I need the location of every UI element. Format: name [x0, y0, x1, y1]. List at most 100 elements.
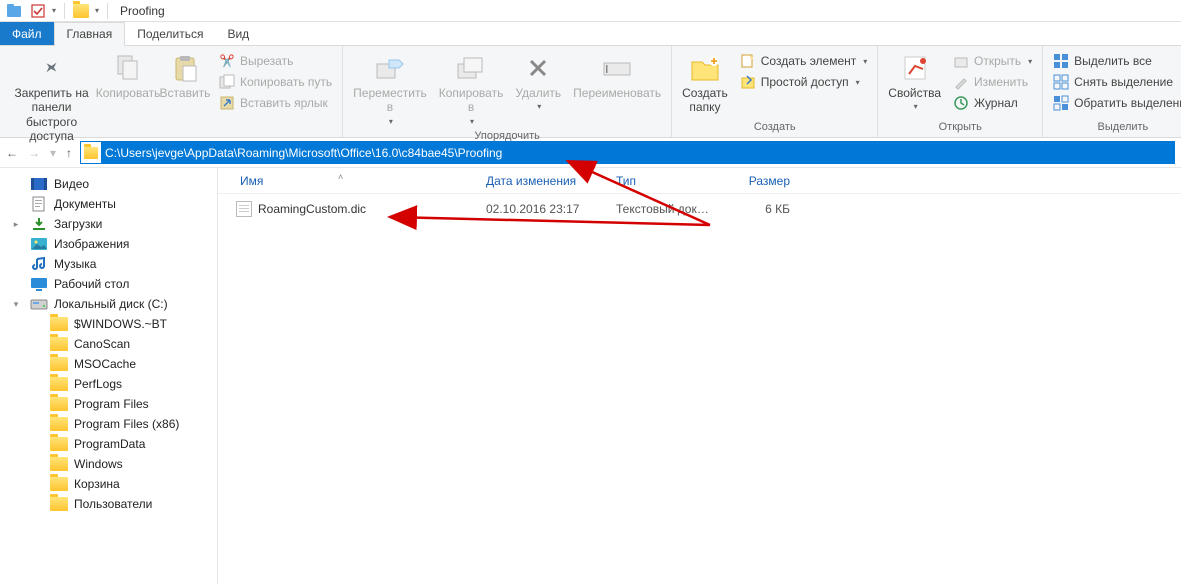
- tree-item[interactable]: Windows: [0, 454, 217, 474]
- invert-selection-button[interactable]: Обратить выделение: [1049, 94, 1181, 112]
- forward-button[interactable]: →: [28, 146, 40, 160]
- tree-item[interactable]: Пользователи: [0, 494, 217, 514]
- rename-button[interactable]: Переименовать: [569, 50, 665, 102]
- invert-selection-icon: [1053, 95, 1069, 111]
- tree-item[interactable]: Видео: [0, 174, 217, 194]
- edit-icon: [953, 74, 969, 90]
- tree-item-icon: [50, 456, 68, 472]
- tree-item-label: CanoScan: [74, 337, 130, 351]
- tree-item-icon: [50, 416, 68, 432]
- up-button[interactable]: ↑: [66, 146, 72, 160]
- paste-icon: [169, 52, 201, 84]
- tree-item[interactable]: Program Files: [0, 394, 217, 414]
- properties-button[interactable]: Свойства▾: [884, 50, 945, 114]
- open-button[interactable]: Открыть▾: [949, 52, 1036, 70]
- tree-item[interactable]: $WINDOWS.~BT: [0, 314, 217, 334]
- paste-shortcut-button[interactable]: Вставить ярлык: [215, 94, 336, 112]
- easy-access-button[interactable]: Простой доступ▾: [736, 73, 872, 91]
- shortcut-icon: [219, 95, 235, 111]
- file-icon: [236, 201, 252, 217]
- titlebar-dropdown-icon[interactable]: ▾: [95, 6, 99, 15]
- checkbox-icon: [31, 4, 45, 18]
- tree-item-icon: [30, 256, 48, 272]
- tree-item-label: Windows: [74, 457, 123, 471]
- tree-item-icon: [50, 436, 68, 452]
- copy-to-button[interactable]: Копировать в▾: [435, 50, 508, 128]
- qat-app-icon[interactable]: [4, 2, 24, 20]
- pin-quick-access-button[interactable]: Закрепить на панели быстрого доступа: [6, 50, 97, 146]
- tree-item-label: Видео: [54, 177, 89, 191]
- tree-item-icon: [30, 176, 48, 192]
- tab-home[interactable]: Главная: [54, 22, 126, 46]
- copy-to-icon: [455, 52, 487, 84]
- tree-item-label: Документы: [54, 197, 116, 211]
- column-name[interactable]: Имя˄: [218, 174, 478, 188]
- select-all-icon: [1053, 53, 1069, 69]
- file-date: 02.10.2016 23:17: [478, 202, 608, 216]
- file-row[interactable]: RoamingCustom.dic02.10.2016 23:17Текстов…: [218, 194, 1181, 216]
- open-icon: [953, 53, 969, 69]
- column-date[interactable]: Дата изменения: [478, 174, 608, 188]
- new-item-button[interactable]: Создать элемент▾: [736, 52, 872, 70]
- tree-caret-icon[interactable]: ▾: [8, 299, 24, 310]
- titlebar-separator: [64, 3, 65, 19]
- navigation-tree[interactable]: Видео Документы ▸ Загрузки ИзображенияМузыка…: [0, 168, 218, 584]
- back-button[interactable]: ←: [6, 146, 18, 160]
- tab-file[interactable]: Файл: [0, 22, 54, 45]
- delete-icon: [522, 52, 554, 84]
- tree-item[interactable]: ▾Локальный диск (C:): [0, 294, 217, 314]
- tab-share[interactable]: Поделиться: [125, 22, 215, 45]
- ribbon: Закрепить на панели быстрого доступа Коп…: [0, 46, 1181, 138]
- tree-item-icon: [30, 276, 48, 292]
- history-button[interactable]: Журнал: [949, 94, 1036, 112]
- tree-item-label: $WINDOWS.~BT: [74, 317, 167, 331]
- explorer-icon: [6, 3, 22, 19]
- copy-button[interactable]: Копировать: [101, 50, 155, 102]
- move-to-button[interactable]: Переместить в▾: [349, 50, 431, 128]
- tree-caret-icon[interactable]: ▸: [8, 219, 24, 230]
- paste-button[interactable]: Вставить: [159, 50, 211, 102]
- column-size[interactable]: Размер: [718, 174, 798, 188]
- select-none-button[interactable]: Снять выделение: [1049, 73, 1181, 91]
- titlebar-separator: [107, 3, 108, 19]
- tree-item[interactable]: Program Files (x86): [0, 414, 217, 434]
- tree-item[interactable]: ▸ Загрузки: [0, 214, 217, 234]
- tree-item[interactable]: Рабочий стол: [0, 274, 217, 294]
- ribbon-group-clipboard: Закрепить на панели быстрого доступа Коп…: [0, 46, 343, 137]
- scissors-icon: ✂️: [219, 53, 235, 69]
- tree-item[interactable]: Корзина: [0, 474, 217, 494]
- tab-view[interactable]: Вид: [215, 22, 261, 45]
- file-size: 6 КБ: [718, 202, 798, 216]
- tree-item-label: MSOCache: [74, 357, 136, 371]
- tree-item[interactable]: ProgramData: [0, 434, 217, 454]
- new-folder-button[interactable]: Создать папку: [678, 50, 732, 117]
- tree-item-label: Рабочий стол: [54, 277, 129, 291]
- tree-item[interactable]: MSOCache: [0, 354, 217, 374]
- ribbon-group-new: Создать папку Создать элемент▾ Простой д…: [672, 46, 878, 137]
- copy-path-button[interactable]: Копировать путь: [215, 73, 336, 91]
- tree-item[interactable]: Музыка: [0, 254, 217, 274]
- tree-item-icon: [50, 316, 68, 332]
- tree-item[interactable]: Изображения: [0, 234, 217, 254]
- column-type[interactable]: Тип: [608, 174, 718, 188]
- cut-button[interactable]: ✂️Вырезать: [215, 52, 336, 70]
- qat-dropdown-icon[interactable]: ▾: [52, 6, 56, 15]
- content-area: Видео Документы ▸ Загрузки ИзображенияМузыка…: [0, 168, 1181, 584]
- edit-button[interactable]: Изменить: [949, 73, 1036, 91]
- tree-item-label: Загрузки: [54, 217, 102, 231]
- properties-icon: [899, 52, 931, 84]
- tree-item-label: ProgramData: [74, 437, 145, 451]
- select-all-button[interactable]: Выделить все: [1049, 52, 1181, 70]
- tree-item[interactable]: CanoScan: [0, 334, 217, 354]
- delete-button[interactable]: Удалить▾: [511, 50, 565, 114]
- qat-properties-button[interactable]: [28, 2, 48, 20]
- tree-item[interactable]: Документы: [0, 194, 217, 214]
- ribbon-group-organize: Переместить в▾ Копировать в▾ Удалить▾ Пе…: [343, 46, 672, 137]
- address-path[interactable]: C:\Users\jevge\AppData\Roaming\Microsoft…: [101, 142, 1174, 163]
- tree-item[interactable]: PerfLogs: [0, 374, 217, 394]
- window-title: Proofing: [120, 4, 165, 18]
- recent-locations-button[interactable]: ▾: [50, 146, 56, 160]
- address-bar[interactable]: C:\Users\jevge\AppData\Roaming\Microsoft…: [80, 141, 1175, 164]
- tree-item-icon: [50, 476, 68, 492]
- tree-item-icon: [30, 236, 48, 252]
